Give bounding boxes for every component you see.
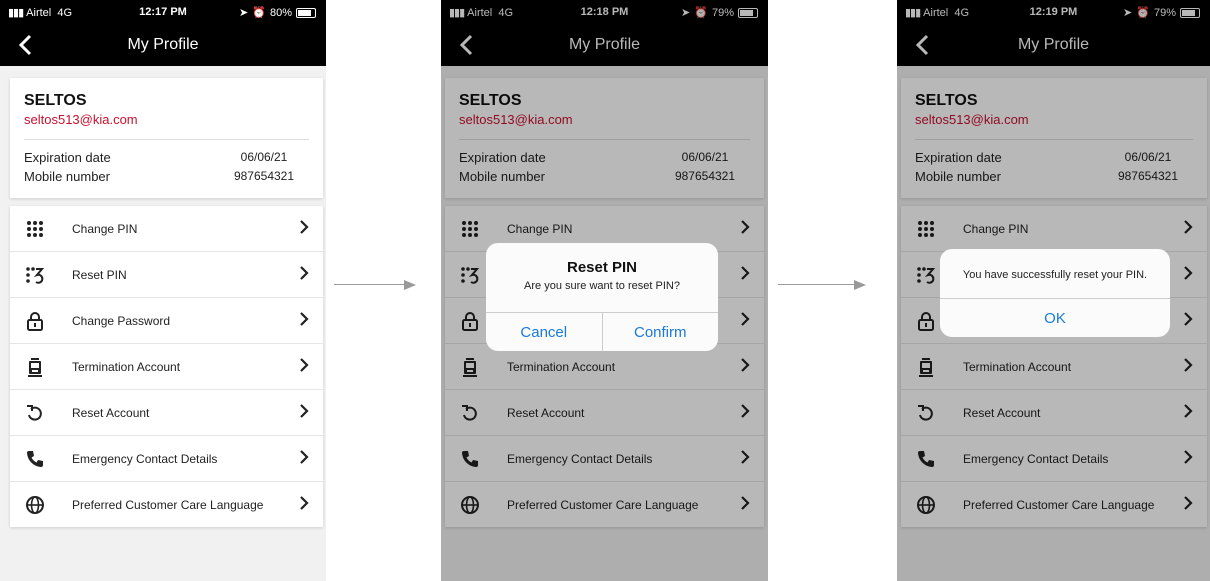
menu-item-label: Change PIN	[72, 221, 138, 236]
menu-item[interactable]: Reset Account	[10, 389, 323, 435]
chevron-right-icon	[299, 220, 309, 237]
screen-2: ▮▮▮ Airtel 4G 12:18 PM ➤ ⏰ 79% My Profile S…	[441, 0, 768, 581]
profile-card: SELTOS seltos513@kia.com Expiration date…	[10, 78, 323, 198]
status-bar: ▮▮▮ Airtel 4G 12:17 PM ➤ ⏰ 80%	[0, 0, 326, 26]
success-dialog: You have successfully reset your PIN. OK	[940, 249, 1170, 337]
globe-icon	[24, 494, 46, 516]
mobile-row: Mobile number 987654321	[24, 169, 309, 184]
menu-list: Change PIN Reset PIN Change Password Termin…	[10, 206, 323, 527]
dialog-title: Reset PIN	[566, 259, 638, 276]
ok-button[interactable]: OK	[940, 299, 1170, 337]
location-icon: ➤	[239, 7, 249, 19]
expiration-value: 06/06/21	[240, 150, 288, 164]
menu-item[interactable]: Emergency Contact Details	[10, 435, 323, 481]
battery-percent: 80%	[269, 6, 292, 19]
dialog-message: You have successfully reset your PIN.	[962, 269, 1148, 281]
chevron-right-icon	[299, 312, 309, 329]
id-card-icon	[24, 356, 46, 378]
chevron-right-icon	[299, 496, 309, 513]
menu-item-label: Emergency Contact Details	[72, 451, 218, 466]
dialog-message: Are you sure want to reset PIN?	[524, 280, 680, 292]
flow-arrow	[778, 280, 868, 290]
flow-arrow	[334, 280, 416, 290]
menu-item-label: Termination Account	[72, 359, 181, 374]
chevron-right-icon	[299, 404, 309, 421]
menu-item-label: Preferred Customer Care Language	[72, 497, 264, 512]
nav-bar: My Profile	[0, 26, 326, 66]
phone-icon	[24, 448, 46, 470]
menu-item[interactable]: Change Password	[10, 297, 323, 343]
battery-icon	[296, 7, 316, 18]
confirm-button[interactable]: Confirm	[601, 313, 719, 351]
reset-icon	[24, 402, 46, 424]
menu-item-label: Reset Account	[72, 405, 150, 420]
expiration-label: Expiration date	[24, 150, 111, 165]
menu-item[interactable]: Termination Account	[10, 343, 323, 389]
expiration-row: Expiration date 06/06/21	[24, 150, 309, 165]
mobile-label: Mobile number	[24, 169, 110, 184]
divider	[24, 139, 309, 140]
menu-item[interactable]: Reset PIN	[10, 251, 323, 297]
lock-icon	[24, 310, 46, 332]
profile-email: seltos513@kia.com	[24, 112, 138, 127]
screen-1: ▮▮▮ Airtel 4G 12:17 PM ➤ ⏰ 80% My Profile S…	[0, 0, 326, 581]
mobile-value: 987654321	[233, 169, 295, 183]
menu-item-label: Change Password	[72, 313, 171, 328]
profile-name: SELTOS	[24, 92, 87, 109]
page-title: My Profile	[127, 36, 199, 53]
menu-item[interactable]: Change PIN	[10, 206, 323, 251]
screen-3: ▮▮▮ Airtel 4G 12:19 PM ➤ ⏰ 79% My Profile S…	[897, 0, 1210, 581]
chevron-right-icon	[299, 266, 309, 283]
chevron-right-icon	[299, 450, 309, 467]
keypad-icon	[24, 218, 46, 240]
reset-pin-dialog: Reset PIN Are you sure want to reset PIN…	[486, 243, 718, 351]
reset-pin-icon	[24, 264, 46, 286]
menu-item[interactable]: Preferred Customer Care Language	[10, 481, 323, 527]
menu-item-label: Reset PIN	[72, 267, 127, 282]
alarm-icon: ⏰	[252, 7, 266, 19]
chevron-right-icon	[299, 358, 309, 375]
cancel-button[interactable]: Cancel	[486, 313, 602, 351]
